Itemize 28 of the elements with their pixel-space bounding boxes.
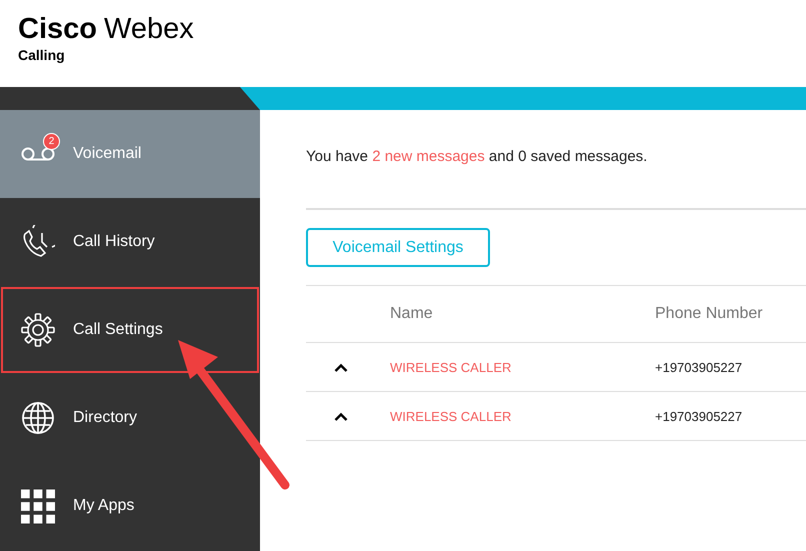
sidebar-label: Directory	[73, 409, 138, 427]
column-header: Phone Number	[655, 305, 764, 323]
column-header: Name	[390, 305, 434, 323]
grid-icon	[21, 488, 55, 524]
product-name: Webex	[104, 14, 194, 44]
sidebar-item[interactable]: Directory	[0, 374, 260, 462]
brand-name: Cisco	[18, 14, 97, 44]
sidebar-label: Voicemail	[73, 145, 142, 163]
chevron-up-icon[interactable]	[334, 362, 348, 372]
sidebar-item[interactable]: 2 Voicemail	[0, 110, 260, 198]
chevron-up-icon[interactable]	[334, 412, 348, 420]
sidebar-item[interactable]: Call Settings	[0, 286, 260, 374]
gear-icon	[21, 313, 55, 347]
sidebar-item[interactable]: Call History	[0, 198, 260, 286]
voicemail-icon	[21, 147, 55, 161]
phone-clock-icon	[21, 225, 55, 259]
sidebar-item[interactable]: My Apps	[0, 462, 260, 550]
sidebar-label: Call History	[73, 233, 155, 251]
message-summary: You have 2 new messages and 0 saved messages.	[306, 148, 648, 165]
product-subtitle: Calling	[18, 47, 66, 63]
caller-name: WIRELESS CALLER	[390, 360, 512, 374]
sidebar-label: Call Settings	[73, 321, 163, 339]
globe-icon	[21, 401, 55, 435]
phone-number: +19703905227	[655, 360, 744, 374]
sidebar-label: My Apps	[73, 497, 134, 515]
count-badge: 2	[43, 133, 60, 150]
phone-number: +19703905227	[655, 408, 744, 424]
caller-name: WIRELESS CALLER	[390, 408, 512, 424]
